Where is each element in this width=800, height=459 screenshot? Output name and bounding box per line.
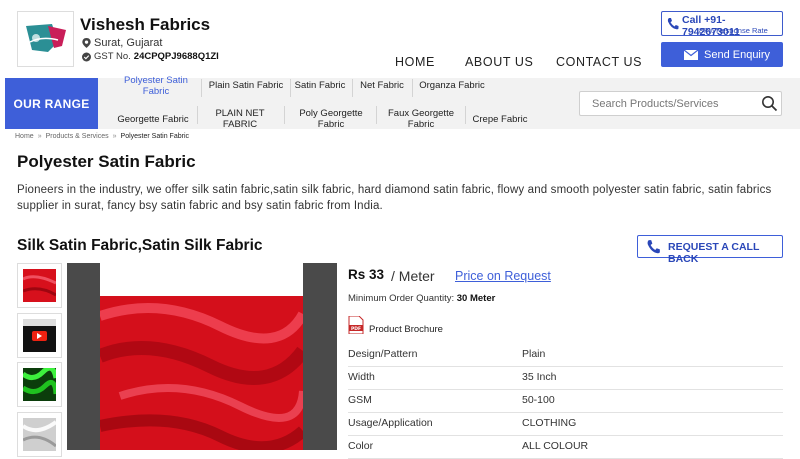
spec-key: Width <box>348 371 375 383</box>
verified-check-icon <box>82 52 91 61</box>
spec-key: Usage/Application <box>348 417 433 429</box>
product-title: Silk Satin Fabric,Satin Silk Fabric <box>17 237 263 254</box>
search-icon[interactable] <box>761 95 778 112</box>
category-divider <box>201 79 202 97</box>
request-callback-label: REQUEST A CALL BACK <box>668 241 760 265</box>
breadcrumb-home[interactable]: Home <box>15 133 34 140</box>
page-title: Polyester Satin Fabric <box>17 152 196 171</box>
spec-value: CLOTHING <box>522 417 577 429</box>
company-location: Surat, Gujarat <box>82 37 162 49</box>
svg-text:PDF: PDF <box>351 326 361 332</box>
minimum-order-quantity: Minimum Order Quantity: 30 Meter <box>348 293 495 304</box>
spec-value: ALL COLOUR <box>522 440 589 452</box>
page-intro: Pioneers in the industry, we offer silk … <box>17 184 772 212</box>
send-enquiry-label: Send Enquiry <box>704 49 771 61</box>
search-input[interactable]: Search Products/Services <box>592 98 719 110</box>
breadcrumb-products[interactable]: Products & Services <box>46 133 109 140</box>
breadcrumb-current: Polyester Satin Fabric <box>120 133 190 140</box>
product-video-thumbnail[interactable] <box>17 313 62 358</box>
spec-key: Color <box>348 440 374 452</box>
main-product-image[interactable] <box>67 263 337 450</box>
category-net-fabric[interactable]: Net Fabric <box>355 80 409 92</box>
product-thumbnail[interactable] <box>17 362 62 407</box>
spec-row: Color ALL COLOUR <box>348 436 783 459</box>
spec-value: 35 Inch <box>522 371 557 383</box>
spec-row: Design/Pattern Plain <box>348 344 783 367</box>
category-crepe-fabric[interactable]: Crepe Fabric <box>467 114 533 126</box>
category-divider <box>465 106 466 124</box>
category-poly-georgette-fabric[interactable]: Poly Georgette Fabric <box>293 108 369 130</box>
price-unit: / Meter <box>391 268 435 284</box>
category-divider <box>412 79 413 97</box>
spec-key: GSM <box>348 394 372 406</box>
product-price: Rs 33 <box>348 267 385 282</box>
category-plain-net-fabric[interactable]: PLAIN NET FABRIC <box>206 108 274 130</box>
spec-value: Plain <box>522 348 546 360</box>
red-fabric-thumbnail-image <box>23 269 56 302</box>
response-rate: 87% Response Rate <box>699 26 768 35</box>
gst-info: GST No. 24CPQPJ9688Q1ZI <box>82 51 219 62</box>
company-name[interactable]: Vishesh Fabrics <box>80 15 210 35</box>
category-georgette-fabric[interactable]: Georgette Fabric <box>112 114 194 126</box>
product-thumbnail[interactable] <box>17 263 62 308</box>
location-pin-icon <box>82 38 91 48</box>
site-header: Vishesh Fabrics Surat, Gujarat GST No. 2… <box>0 0 800 78</box>
call-button[interactable]: Call +91-7942673011 87% Response Rate <box>661 11 783 38</box>
spec-value: 50-100 <box>522 394 555 406</box>
spec-row: Usage/Application CLOTHING <box>348 413 783 436</box>
spec-key: Design/Pattern <box>348 348 418 360</box>
company-logo[interactable] <box>17 11 74 67</box>
pdf-icon: PDF <box>348 316 364 334</box>
moq-label: Minimum Order Quantity: <box>348 293 455 304</box>
category-plain-satin-fabric[interactable]: Plain Satin Fabric <box>204 80 288 92</box>
category-divider <box>197 106 198 124</box>
nav-home[interactable]: HOME <box>395 55 435 69</box>
green-fabric-thumbnail-image <box>23 368 56 401</box>
search-box[interactable]: Search Products/Services <box>579 91 782 116</box>
silver-fabric-thumbnail-image <box>23 418 56 451</box>
spec-row: Width 35 Inch <box>348 367 783 390</box>
category-organza-fabric[interactable]: Organza Fabric <box>414 80 490 92</box>
nav-about-us[interactable]: ABOUT US <box>465 55 533 69</box>
spec-row: GSM 50-100 <box>348 390 783 413</box>
phone-icon <box>647 240 660 254</box>
brochure-label: Product Brochure <box>369 324 443 335</box>
category-polyester-satin-fabric[interactable]: Polyester Satin Fabric <box>117 75 195 97</box>
category-satin-fabric[interactable]: Satin Fabric <box>291 80 349 92</box>
category-divider <box>352 79 353 97</box>
envelope-icon <box>684 50 698 60</box>
send-enquiry-button[interactable]: Send Enquiry <box>661 42 783 67</box>
our-range-button[interactable]: OUR RANGE <box>5 78 98 129</box>
gst-number: 24CPQPJ9688Q1ZI <box>133 51 219 62</box>
category-divider <box>284 106 285 124</box>
red-satin-fabric-image <box>100 296 303 450</box>
price-on-request-link[interactable]: Price on Request <box>455 269 551 283</box>
breadcrumb: Home » Products & Services » Polyester S… <box>15 133 189 140</box>
phone-icon <box>667 18 679 30</box>
location-text: Surat, Gujarat <box>94 37 163 49</box>
breadcrumb-separator-icon: » <box>37 133 42 140</box>
video-thumbnail-image <box>23 319 56 352</box>
nav-contact-us[interactable]: CONTACT US <box>556 55 642 69</box>
product-thumbnail[interactable] <box>17 412 62 457</box>
breadcrumb-separator-icon: » <box>112 133 117 140</box>
moq-value: 30 Meter <box>456 293 496 304</box>
category-faux-georgette-fabric[interactable]: Faux Georgette Fabric <box>383 108 459 130</box>
request-callback-button[interactable]: REQUEST A CALL BACK <box>637 235 783 265</box>
gst-label: GST No. <box>94 51 131 62</box>
category-divider <box>376 106 377 124</box>
